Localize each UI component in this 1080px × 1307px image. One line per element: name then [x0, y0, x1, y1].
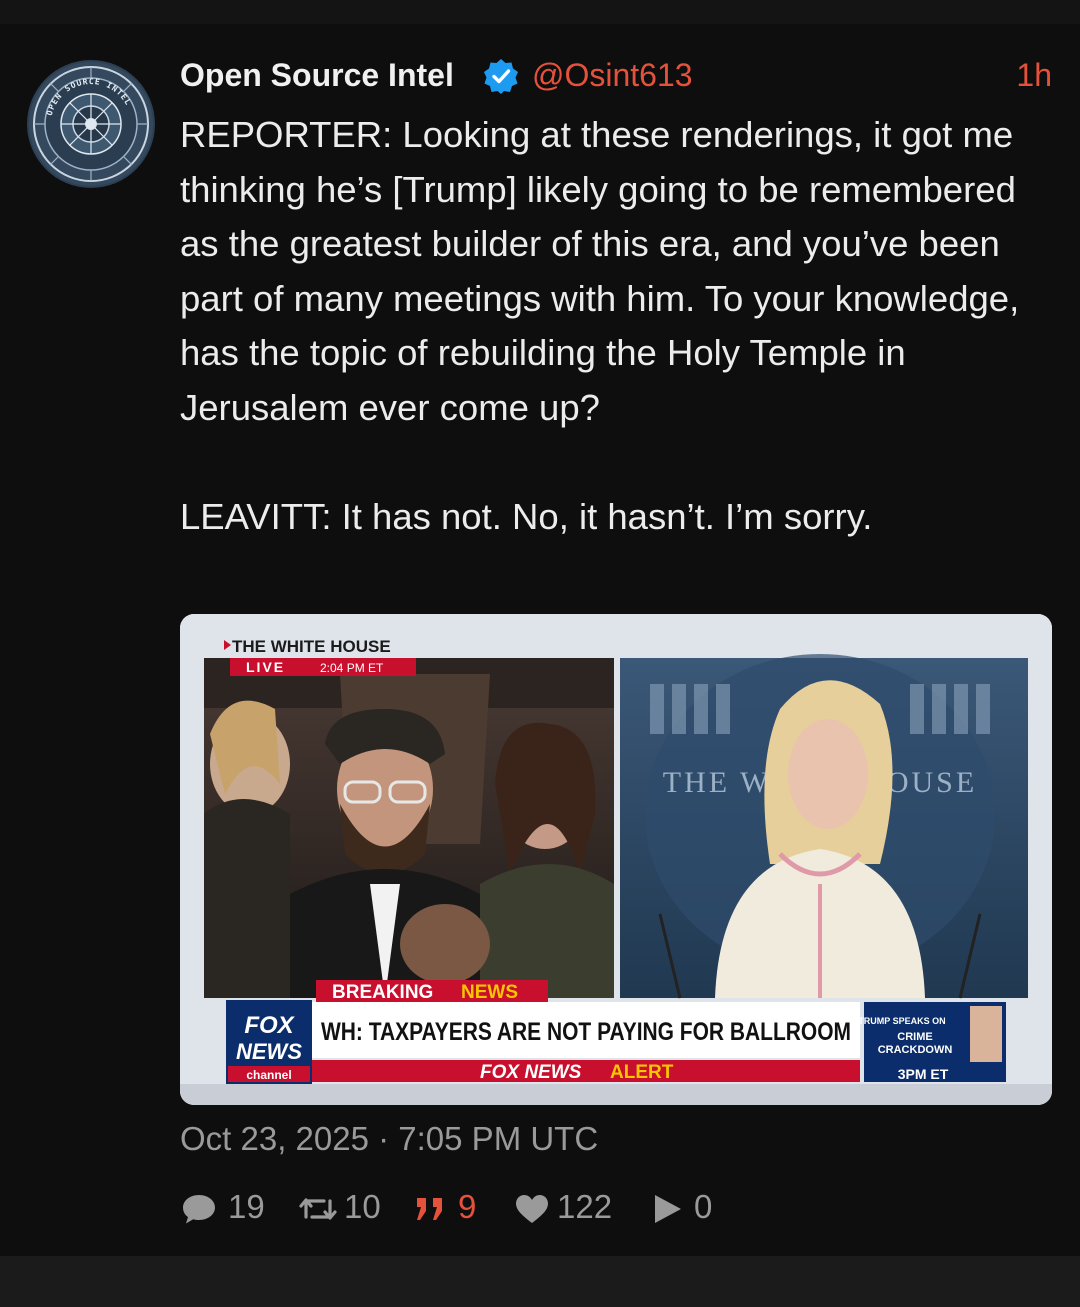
views-count: 0	[694, 1188, 713, 1225]
speech-bubble-icon	[183, 1195, 215, 1224]
like-count: 122	[557, 1188, 613, 1225]
osint-seal-logo: OPEN SOURCE INTEL	[29, 62, 153, 186]
tweet-paragraph-reporter: REPORTER: Looking at these renderings, i…	[180, 114, 1020, 428]
top-status-strip	[0, 0, 1080, 24]
tweet-header: Open Source Intel @Osint613 1h	[180, 52, 1052, 100]
bottom-strip	[0, 1256, 1080, 1307]
post-timestamp[interactable]: Oct 23, 2025 · 7:05 PM UTC	[180, 1120, 598, 1158]
quote-count: 9	[458, 1188, 477, 1225]
quote-icon	[417, 1198, 442, 1220]
promo-line-3: CRACKDOWN	[878, 1044, 953, 1056]
play-icon	[655, 1195, 681, 1223]
logo-line-1: FOX	[244, 1012, 295, 1039]
author-name[interactable]: Open Source Intel	[180, 57, 454, 94]
promo-line-2: CRIME	[897, 1031, 932, 1043]
logo-line-2: NEWS	[236, 1039, 302, 1064]
tweet-paragraph-leavitt: LEAVITT: It has not. No, it hasn’t. I’m …	[180, 495, 873, 537]
media-attachment[interactable]: THE WHITE HOUSE THE WHITE HOUSE LIVE 2:0…	[180, 614, 1052, 1105]
reply-count: 19	[228, 1188, 265, 1225]
bug-live: LIVE	[246, 659, 285, 675]
tweet-body: REPORTER: Looking at these renderings, i…	[180, 108, 1060, 544]
breaking-news-label: NEWS	[461, 982, 518, 1003]
bug-time: 2:04 PM ET	[320, 661, 384, 675]
headline: WH: TAXPAYERS ARE NOT PAYING FOR BALLROO…	[321, 1018, 851, 1046]
promo-line-1: TRUMP SPEAKS ON	[858, 1016, 945, 1026]
breaking-label: BREAKING	[332, 982, 433, 1003]
alert-word: ALERT	[610, 1062, 674, 1083]
retweet-icon	[299, 1198, 337, 1220]
logo-line-3: channel	[246, 1068, 291, 1082]
bug-title: THE WHITE HOUSE	[232, 637, 391, 656]
post-time[interactable]: 1h	[1016, 57, 1052, 94]
heart-icon	[516, 1195, 548, 1223]
avatar[interactable]: OPEN SOURCE INTEL	[27, 60, 155, 188]
news-video-frame: THE WHITE HOUSE THE WHITE HOUSE LIVE 2:0…	[180, 614, 1052, 1105]
promo-time: 3PM ET	[898, 1066, 949, 1082]
verified-badge-icon	[484, 59, 518, 94]
alert-label: FOX NEWS	[480, 1062, 582, 1083]
retweet-count: 10	[344, 1188, 381, 1225]
author-handle[interactable]: @Osint613	[532, 57, 693, 94]
